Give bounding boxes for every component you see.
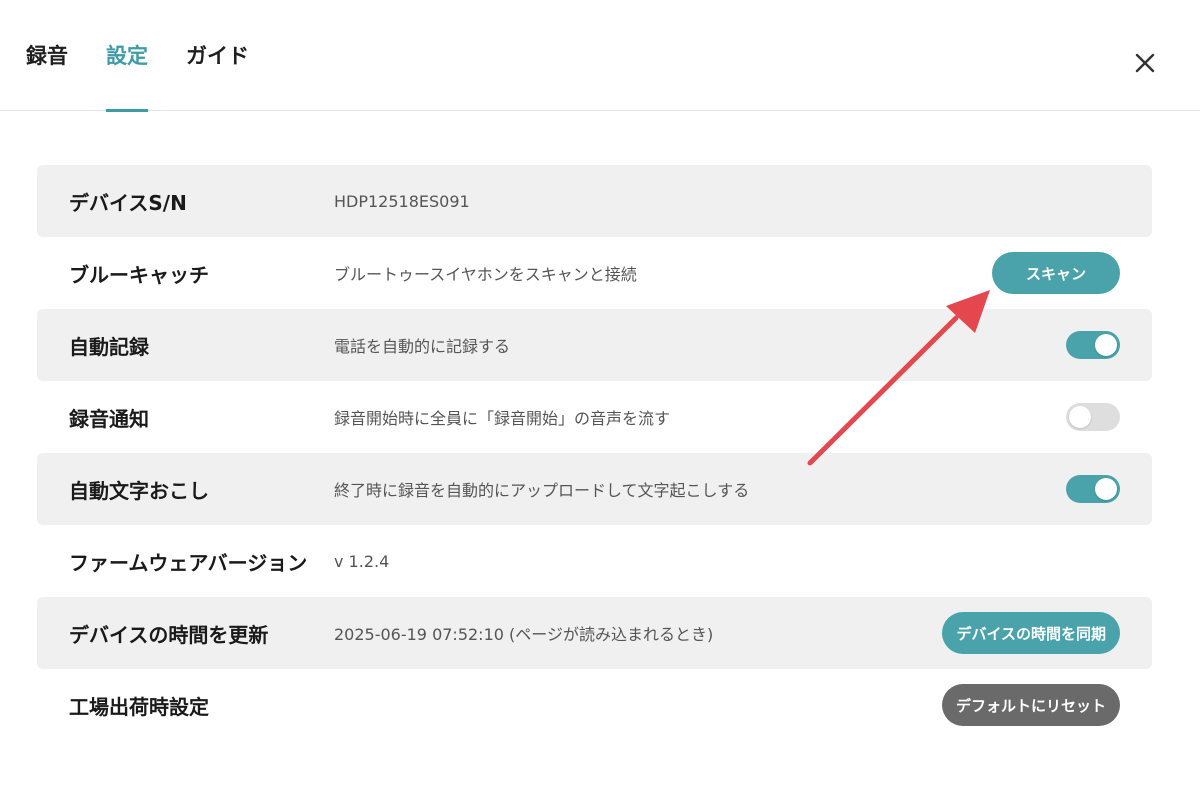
auto-transcribe-toggle[interactable] [1066, 475, 1120, 503]
update-time-action: デバイスの時間を同期 [942, 612, 1120, 654]
toggle-knob [1095, 334, 1117, 356]
header: 録音 設定 ガイド [0, 0, 1200, 112]
reset-default-button[interactable]: デフォルトにリセット [941, 684, 1120, 726]
firmware-label: ファームウェアバージョン [69, 550, 308, 575]
tab-settings[interactable]: 設定 [106, 0, 148, 112]
factory-reset-action: デフォルトにリセット [941, 684, 1120, 726]
record-notify-action [1066, 403, 1120, 431]
device-time-value: 2025-06-19 07:52:10 (ページが読み込まれるとき) [334, 625, 714, 644]
close-button[interactable] [1128, 46, 1162, 80]
tab-recording[interactable]: 録音 [26, 0, 68, 111]
row-device-sn: デバイスS/N HDP12518ES091 [37, 165, 1152, 237]
row-blue-catch: ブルーキャッチ ブルートゥースイヤホンをスキャンと接続 スキャン [37, 237, 1152, 309]
row-record-notify: 録音通知 録音開始時に全員に「録音開始」の音声を流す [37, 381, 1152, 453]
update-time-label: デバイスの時間を更新 [69, 622, 269, 647]
scan-button[interactable]: スキャン [992, 252, 1120, 294]
toggle-knob [1069, 406, 1091, 428]
row-factory-reset: 工場出荷時設定 デフォルトにリセット [37, 669, 1152, 741]
settings-window: 録音 設定 ガイド デバイスS/N HDP12518ES091 ブルーキャッチ … [0, 0, 1200, 800]
blue-catch-description: ブルートゥースイヤホンをスキャンと接続 [334, 265, 637, 284]
auto-record-description: 電話を自動的に記録する [334, 337, 511, 356]
auto-record-action [1066, 331, 1120, 359]
firmware-version: v 1.2.4 [334, 551, 390, 571]
record-notify-label: 録音通知 [69, 406, 149, 431]
close-icon [1135, 53, 1155, 73]
settings-list: デバイスS/N HDP12518ES091 ブルーキャッチ ブルートゥースイヤホ… [37, 165, 1152, 741]
auto-transcribe-label: 自動文字おこし [69, 478, 209, 503]
toggle-knob [1095, 478, 1117, 500]
tab-bar: 録音 設定 ガイド [26, 0, 287, 112]
row-auto-record: 自動記録 電話を自動的に記録する [37, 309, 1152, 381]
row-auto-transcribe: 自動文字おこし 終了時に録音を自動的にアップロードして文字起こしする [37, 453, 1152, 525]
blue-catch-action: スキャン [992, 252, 1120, 294]
blue-catch-label: ブルーキャッチ [69, 262, 209, 287]
row-firmware: ファームウェアバージョン v 1.2.4 [37, 525, 1152, 597]
auto-transcribe-action [1066, 475, 1120, 503]
auto-record-toggle[interactable] [1066, 331, 1120, 359]
factory-reset-label: 工場出荷時設定 [69, 694, 209, 719]
row-update-time: デバイスの時間を更新 2025-06-19 07:52:10 (ページが読み込ま… [37, 597, 1152, 669]
tab-guide[interactable]: ガイド [186, 0, 249, 111]
device-sn-label: デバイスS/N [69, 190, 187, 215]
record-notify-toggle[interactable] [1066, 403, 1120, 431]
auto-record-label: 自動記録 [69, 334, 149, 359]
device-sn-value: HDP12518ES091 [334, 191, 470, 211]
record-notify-description: 録音開始時に全員に「録音開始」の音声を流す [334, 409, 671, 428]
auto-transcribe-description: 終了時に録音を自動的にアップロードして文字起こしする [334, 481, 750, 500]
sync-time-button[interactable]: デバイスの時間を同期 [942, 612, 1120, 654]
